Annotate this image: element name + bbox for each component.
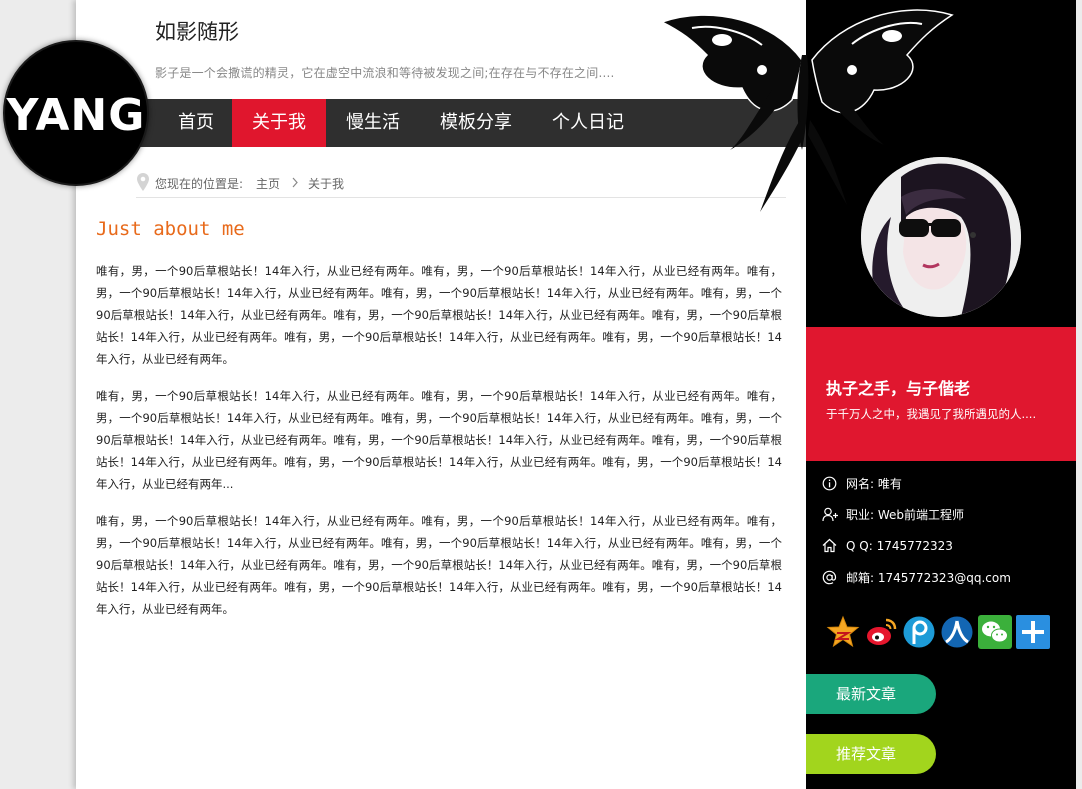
user-add-icon [822,507,838,522]
info-qq-text: Q Q: 1745772323 [846,539,953,553]
about-paragraph: 唯有，男，一个90后草根站长！14年入行，从业已经有两年。唯有，男，一个90后草… [96,389,782,491]
logo-text: YANG [6,90,146,141]
more-share-icon[interactable] [1016,615,1050,649]
site-title: 如影随形 [155,20,239,44]
breadcrumb-current: 关于我 [308,177,345,191]
nav-about[interactable]: 关于我 [232,99,326,147]
pengyou-icon[interactable] [902,615,936,649]
wechat-icon[interactable] [978,615,1012,649]
at-sign-icon [822,570,837,585]
motto-band: 执子之手，与子偕老 于千万人之中，我遇见了我所遇见的人.... [806,327,1076,461]
nav-diary[interactable]: 个人日记 [542,99,634,147]
nav-templates[interactable]: 模板分享 [426,99,526,147]
chevron-right-icon [292,177,298,188]
motto-subtitle: 于千万人之中，我遇见了我所遇见的人.... [826,407,1037,421]
site-subtitle: 影子是一个会撒谎的精灵，它在虚空中流浪和等待被发现之间;在存在与不存在之间...… [155,66,615,80]
weibo-icon[interactable] [864,615,898,649]
info-icon [822,476,837,491]
butterfly-decoration [660,9,954,212]
motto-title: 执子之手，与子偕老 [826,379,971,398]
nav-slow-life[interactable]: 慢生活 [332,99,414,147]
latest-articles-button[interactable]: 最新文章 [806,674,936,714]
page-title: Just about me [96,218,245,240]
info-job-text: 职业: Web前端工程师 [846,508,965,522]
info-email-text: 邮箱: 1745772323@qq.com [846,571,1011,585]
info-name-text: 网名: 唯有 [846,477,902,491]
about-paragraph: 唯有，男，一个90后草根站长！14年入行，从业已经有两年。唯有，男，一个90后草… [96,264,782,366]
site-logo[interactable]: YANG [3,40,149,186]
renren-icon[interactable] [940,615,974,649]
nav-home[interactable]: 首页 [161,99,231,147]
breadcrumb-home[interactable]: 主页 [256,175,280,192]
home-icon [822,538,837,553]
location-pin-icon [137,173,149,191]
breadcrumb-prefix: 您现在的位置是: [155,177,244,191]
about-paragraph: 唯有，男，一个90后草根站长！14年入行，从业已经有两年。唯有，男，一个90后草… [96,514,782,616]
recommended-articles-button[interactable]: 推荐文章 [806,734,936,774]
qzone-icon[interactable] [826,615,860,649]
